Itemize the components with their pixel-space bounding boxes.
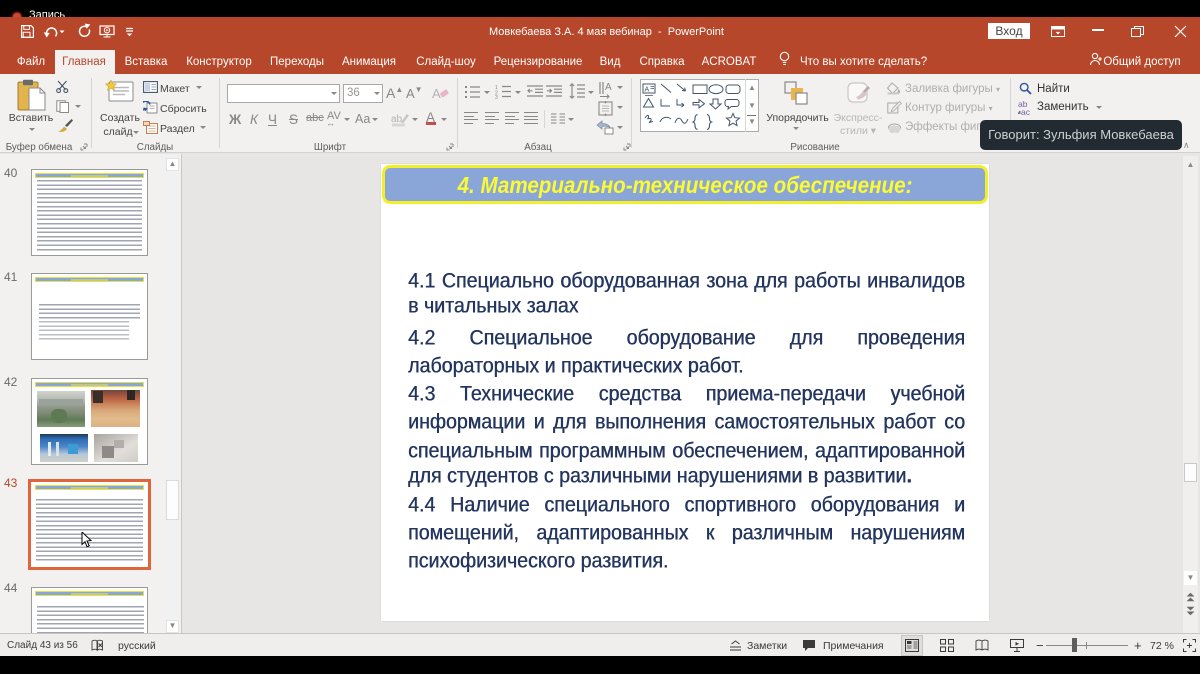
svg-text:A: A: [605, 82, 612, 93]
svg-text:ab: ab: [391, 114, 403, 125]
svg-text:ac: ac: [1021, 107, 1031, 116]
svg-text:A: A: [645, 87, 650, 94]
svg-text:A: A: [432, 86, 441, 101]
svg-text:3: 3: [495, 95, 498, 99]
